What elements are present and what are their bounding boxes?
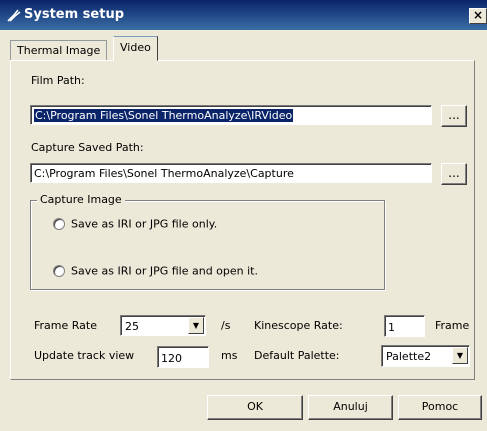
radio-save-and-open-label: Save as IRI or JPG file and open it. [71, 264, 258, 278]
update-track-label: Update track view [34, 349, 135, 362]
kinescope-rate-unit: Frame [435, 319, 470, 332]
kinescope-rate-input[interactable]: 1 [384, 315, 425, 337]
cancel-button[interactable]: Anuluj [308, 395, 393, 420]
tab-video[interactable]: Video [113, 36, 158, 61]
chevron-down-icon[interactable]: ▼ [188, 317, 204, 334]
capture-path-input[interactable]: C:\Program Files\Sonel ThermoAnalyze\Cap… [30, 163, 432, 183]
update-track-value: 120 [161, 352, 182, 365]
app-icon [6, 7, 22, 23]
default-palette-select[interactable]: Palette2 ▼ [381, 345, 470, 367]
help-button[interactable]: Pomoc [398, 395, 482, 420]
capture-path-browse-button[interactable]: ... [441, 163, 467, 185]
radio-button[interactable] [53, 218, 65, 230]
film-path-label: Film Path: [31, 74, 85, 87]
default-palette-value: Palette2 [386, 350, 432, 363]
update-track-input[interactable]: 120 [157, 346, 209, 368]
radio-save-only[interactable]: Save as IRI or JPG file only. [53, 217, 217, 231]
radio-button[interactable] [53, 265, 65, 277]
frame-rate-select[interactable]: 25 ▼ [120, 315, 206, 336]
radio-save-and-open[interactable]: Save as IRI or JPG file and open it. [53, 264, 258, 278]
frame-rate-value: 25 [125, 320, 139, 333]
chevron-down-icon[interactable]: ▼ [452, 347, 468, 364]
capture-path-label: Capture Saved Path: [31, 141, 144, 154]
window-title: System setup [24, 7, 125, 22]
kinescope-rate-label: Kinescope Rate: [254, 319, 343, 332]
film-path-value: C:\Program Files\Sonel ThermoAnalyze\IRV… [34, 109, 294, 122]
default-palette-label: Default Palette: [254, 349, 340, 362]
capture-path-value: C:\Program Files\Sonel ThermoAnalyze\Cap… [34, 167, 294, 180]
update-track-unit: ms [221, 349, 238, 362]
film-path-input[interactable]: C:\Program Files\Sonel ThermoAnalyze\IRV… [30, 105, 432, 125]
capture-image-label: Capture Image [37, 193, 125, 207]
radio-save-only-label: Save as IRI or JPG file only. [71, 217, 218, 231]
pliers-icon [7, 9, 21, 22]
tab-thermal-image[interactable]: Thermal Image [10, 40, 108, 60]
close-button[interactable]: × [469, 8, 487, 24]
kinescope-rate-value: 1 [388, 321, 395, 334]
film-path-browse-button[interactable]: ... [441, 105, 467, 127]
ok-button[interactable]: OK [207, 395, 303, 420]
frame-rate-unit: /s [221, 319, 231, 332]
frame-rate-label: Frame Rate [34, 319, 97, 332]
